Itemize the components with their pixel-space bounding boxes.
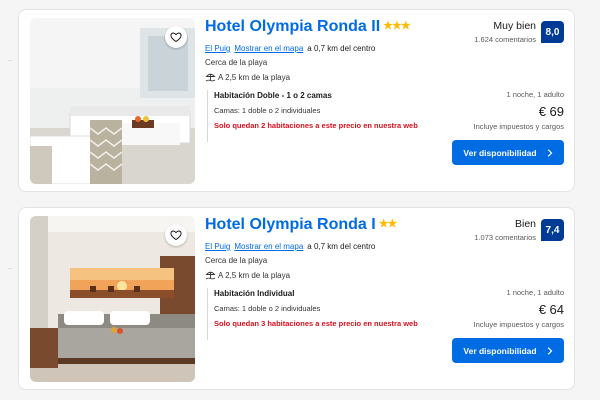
hotel-name-link[interactable]: Hotel Olympia Ronda I: [205, 216, 376, 233]
see-availability-label: Ver disponibilidad: [463, 147, 537, 158]
show-on-map-link[interactable]: Mostrar en el mapa: [234, 44, 303, 53]
beach-umbrella-icon: [205, 73, 216, 82]
hotel-title[interactable]: Hotel Olympia Ronda II ★★★: [205, 18, 411, 36]
left-panel-edge: [0, 0, 12, 400]
taxes-note: Incluye impuestos y cargos: [473, 122, 564, 131]
room-type: Habitación Doble - 1 o 2 camas: [214, 91, 332, 100]
star-rating: ★★: [378, 218, 398, 230]
hotel-title[interactable]: Hotel Olympia Ronda I ★★: [205, 216, 398, 234]
near-beach-text: Cerca de la playa: [205, 58, 268, 67]
hotel-name-link[interactable]: Hotel Olympia Ronda II: [205, 18, 380, 35]
see-availability-button[interactable]: Ver disponibilidad: [452, 338, 564, 363]
hotel-photo[interactable]: [30, 18, 195, 184]
review-count: 1.073 comentarios: [474, 233, 536, 242]
review-score-badge[interactable]: 7,4: [541, 219, 564, 241]
stay-details: 1 noche, 1 adulto: [506, 288, 564, 297]
town-link[interactable]: El Puig: [205, 44, 230, 53]
taxes-note: Incluye impuestos y cargos: [473, 320, 564, 329]
chevron-right-icon: [547, 346, 552, 355]
near-beach-text: Cerca de la playa: [205, 256, 268, 265]
review-count: 1.624 comentarios: [474, 35, 536, 44]
see-availability-label: Ver disponibilidad: [463, 345, 537, 356]
bed-configuration: Camas: 1 doble o 2 individuales: [214, 304, 321, 313]
save-favorite-button[interactable]: [165, 26, 187, 48]
scarcity-message: Solo quedan 2 habitaciones a este precio…: [214, 121, 418, 130]
see-availability-button[interactable]: Ver disponibilidad: [452, 140, 564, 165]
distance-text: a 0,7 km del centro: [307, 44, 376, 53]
hotel-photo[interactable]: [30, 216, 195, 382]
save-favorite-button[interactable]: [165, 224, 187, 246]
stay-details: 1 noche, 1 adulto: [506, 90, 564, 99]
review-score-badge[interactable]: 8,0: [541, 21, 564, 43]
beach-distance-text: A 2,5 km de la playa: [218, 72, 291, 82]
room-info: Habitación Individual Camas: 1 doble o 2…: [207, 288, 418, 340]
price: € 69: [538, 104, 564, 119]
property-card[interactable]: Hotel Olympia Ronda II ★★★ El Puig Mostrar…: [18, 9, 575, 192]
star-rating: ★★★: [383, 20, 411, 32]
town-link[interactable]: El Puig: [205, 242, 230, 251]
scarcity-message: Solo quedan 3 habitaciones a este precio…: [214, 319, 418, 328]
price: € 64: [538, 302, 564, 317]
show-on-map-link[interactable]: Mostrar en el mapa: [234, 242, 303, 251]
review-word: Bien: [514, 218, 536, 230]
room-type: Habitación Individual: [214, 289, 295, 298]
chevron-right-icon: [547, 148, 552, 157]
beach-distance: A 2,5 km de la playa: [205, 72, 290, 82]
location-line: El Puig Mostrar en el mapa a 0,7 km del ce…: [205, 44, 375, 53]
beach-umbrella-icon: [205, 271, 216, 280]
room-info: Habitación Doble - 1 o 2 camas Camas: 1 …: [207, 90, 418, 142]
beach-distance: A 2,5 km de la playa: [205, 270, 290, 280]
location-line: El Puig Mostrar en el mapa a 0,7 km del ce…: [205, 242, 375, 251]
heart-outline-icon: [170, 32, 182, 43]
bed-configuration: Camas: 1 doble o 2 individuales: [214, 106, 321, 115]
distance-text: a 0,7 km del centro: [307, 242, 376, 251]
beach-distance-text: A 2,5 km de la playa: [218, 270, 291, 280]
review-word: Muy bien: [493, 20, 536, 32]
heart-outline-icon: [170, 230, 182, 241]
property-card[interactable]: Hotel Olympia Ronda I ★★ El Puig Mostrar e…: [18, 207, 575, 390]
